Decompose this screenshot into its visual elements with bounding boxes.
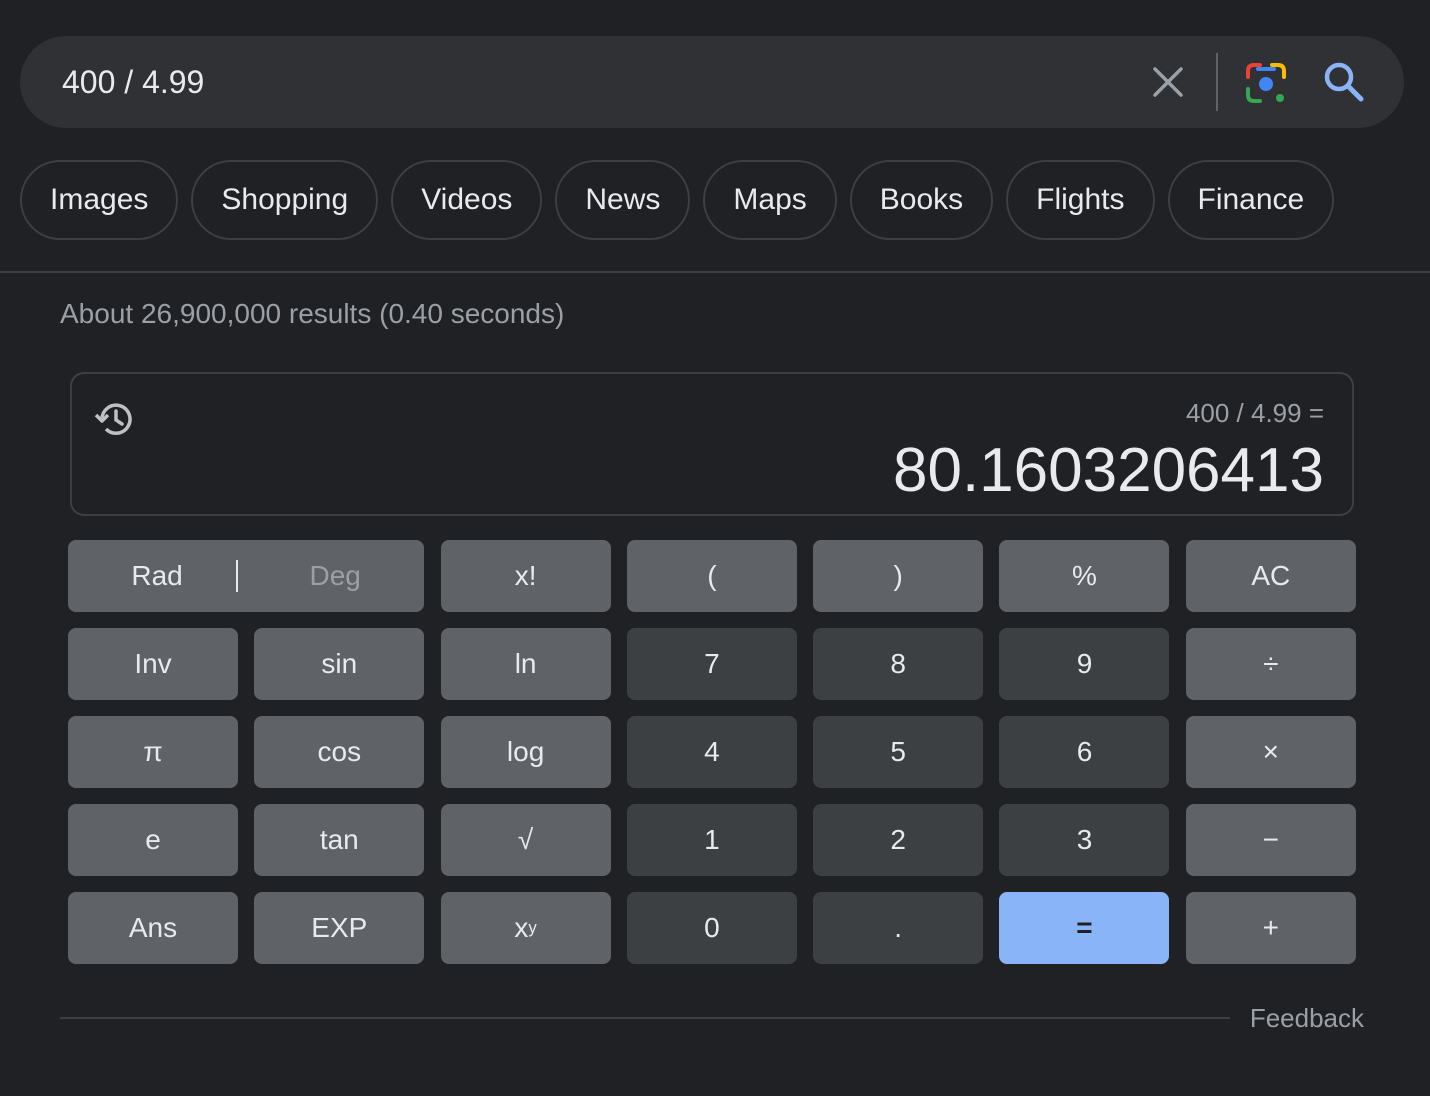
calculator-keypad: Rad Deg x! ( ) % AC Inv sin ln 7 8 9 ÷ π… [68, 540, 1356, 964]
exp-key[interactable]: EXP [254, 892, 425, 964]
chip-flights[interactable]: Flights [1006, 160, 1155, 240]
divide-key[interactable]: ÷ [1185, 628, 1356, 700]
search-bar-divider [1216, 53, 1218, 111]
left-paren-key[interactable]: ( [626, 540, 797, 612]
power-key[interactable]: xy [440, 892, 611, 964]
digit-0-key[interactable]: 0 [626, 892, 797, 964]
multiply-key[interactable]: × [1185, 716, 1356, 788]
tan-key[interactable]: tan [254, 804, 425, 876]
chip-books[interactable]: Books [849, 160, 994, 240]
chip-maps[interactable]: Maps [703, 160, 837, 240]
digit-2-key[interactable]: 2 [813, 804, 984, 876]
search-icon [1324, 62, 1364, 102]
all-clear-key[interactable]: AC [1185, 540, 1356, 612]
clear-search-button[interactable] [1148, 62, 1188, 102]
percent-key[interactable]: % [999, 540, 1170, 612]
sqrt-key[interactable]: √ [440, 804, 611, 876]
cos-key[interactable]: cos [254, 716, 425, 788]
digit-3-key[interactable]: 3 [999, 804, 1170, 876]
calculator-display: 400 / 4.99 = 80.1603206413 [70, 372, 1354, 516]
decimal-point-key[interactable]: . [813, 892, 984, 964]
rad-button[interactable]: Rad [68, 540, 246, 612]
log-key[interactable]: log [440, 716, 611, 788]
right-paren-key[interactable]: ) [813, 540, 984, 612]
deg-button[interactable]: Deg [246, 540, 424, 612]
rad-deg-separator [236, 560, 239, 592]
result-stats: About 26,900,000 results (0.40 seconds) [60, 298, 565, 329]
search-by-image-button[interactable] [1244, 61, 1288, 105]
chip-finance[interactable]: Finance [1167, 160, 1335, 240]
digit-9-key[interactable]: 9 [999, 628, 1170, 700]
chip-videos[interactable]: Videos [391, 160, 543, 240]
feedback-link[interactable]: Feedback [1250, 1003, 1364, 1034]
rad-deg-toggle: Rad Deg [68, 540, 425, 612]
digit-6-key[interactable]: 6 [999, 716, 1170, 788]
ln-key[interactable]: ln [440, 628, 611, 700]
add-key[interactable]: + [1185, 892, 1356, 964]
power-key-exponent: y [528, 918, 537, 937]
close-icon [1153, 67, 1183, 97]
footer-divider [60, 1017, 1230, 1019]
inverse-key[interactable]: Inv [68, 628, 238, 700]
chip-news[interactable]: News [555, 160, 691, 240]
search-filter-chips: Images Shopping Videos News Maps Books F… [20, 160, 1335, 240]
calculator-expression: 400 / 4.99 = [1185, 398, 1324, 428]
digit-8-key[interactable]: 8 [813, 628, 984, 700]
history-button[interactable] [92, 396, 138, 442]
euler-key[interactable]: e [68, 804, 238, 876]
equals-key[interactable]: = [999, 892, 1170, 964]
google-lens-icon [1246, 63, 1286, 103]
digit-7-key[interactable]: 7 [626, 628, 797, 700]
search-bar [20, 36, 1404, 128]
chip-shopping[interactable]: Shopping [191, 160, 379, 240]
digit-4-key[interactable]: 4 [626, 716, 797, 788]
factorial-key[interactable]: x! [440, 540, 611, 612]
chip-images[interactable]: Images [20, 160, 179, 240]
calculator-result: 80.1603206413 [892, 436, 1324, 505]
power-key-base: x [514, 912, 529, 943]
digit-1-key[interactable]: 1 [626, 804, 797, 876]
history-icon [94, 403, 132, 435]
header-divider [0, 271, 1430, 273]
sin-key[interactable]: sin [254, 628, 425, 700]
answer-key[interactable]: Ans [68, 892, 238, 964]
search-input[interactable] [62, 60, 1122, 104]
search-button[interactable] [1322, 60, 1366, 104]
pi-key[interactable]: π [68, 716, 238, 788]
digit-5-key[interactable]: 5 [813, 716, 984, 788]
subtract-key[interactable]: − [1185, 804, 1356, 876]
